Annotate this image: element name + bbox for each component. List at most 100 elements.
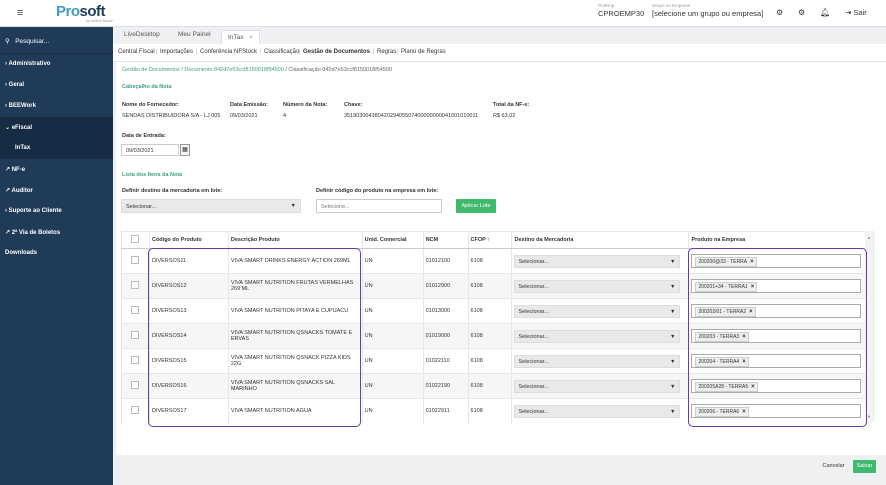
calendar-icon[interactable]: ▦ [180, 144, 190, 156]
entrada-date-input[interactable]: 09/03/2021 [121, 144, 179, 156]
tab-livedesktop[interactable]: LiveDesktop [124, 31, 160, 38]
destino-select[interactable]: Selecionar... ▼ [514, 329, 681, 343]
col-cfop[interactable]: CFOP ↑ [467, 231, 512, 249]
nav-conferencia[interactable]: Conferência NFStock [200, 49, 257, 55]
save-button[interactable]: Salvar [853, 460, 876, 473]
cell-unidade: UN [361, 298, 424, 324]
row-checkbox-cell[interactable] [121, 273, 150, 299]
emissao-label: Data Emissão: [230, 102, 268, 108]
cell-cfop: 6108 [467, 373, 512, 399]
row-checkbox-cell[interactable] [121, 248, 150, 274]
cell-ncm: 01022110 [422, 348, 469, 374]
scroll-up-icon[interactable]: ▲ [867, 235, 871, 240]
sidebar-item-suporte[interactable]: › Suporte ao Cliente [0, 201, 113, 222]
select-all-header[interactable] [121, 231, 150, 249]
nav-central-fiscal[interactable]: Central Fiscal [118, 49, 155, 55]
col-produto-empresa[interactable]: Produto na Empresa [688, 231, 867, 249]
sidebar-item-efiscal[interactable]: ⌄ eFiscal [0, 117, 113, 138]
row-checkbox[interactable] [131, 256, 139, 264]
entrada-label: Data de Entrada: [122, 133, 166, 139]
row-checkbox[interactable] [131, 356, 139, 364]
sidebar-item-intax[interactable]: InTax [0, 138, 113, 159]
search-label: Pesquisar... [15, 38, 50, 45]
row-checkbox[interactable] [131, 406, 139, 415]
sidebar-item-beework[interactable]: › BEEWork [0, 96, 113, 117]
destino-select[interactable]: Selecionar... ▼ [514, 354, 681, 368]
chevron-down-icon: ▼ [670, 258, 676, 265]
settings-icon[interactable]: ⚙ [798, 8, 805, 17]
chevron-down-icon: ▼ [290, 203, 296, 209]
sidebar-item-geral[interactable]: › Geral [0, 75, 113, 96]
cell-cfop: 6108 [467, 398, 512, 424]
external-link-icon: ↗ [5, 188, 11, 194]
environment-selector[interactable]: ProEmp CPROEMP30 [598, 3, 644, 18]
destino-select[interactable]: Selecionar... ▼ [514, 404, 681, 418]
nav-gestao-documentos[interactable]: Gestão de Documentos [303, 49, 370, 55]
sidebar-item-administrativo[interactable]: › Administrativo [0, 54, 113, 75]
bell-icon[interactable]: 🔔︎ [820, 8, 830, 17]
group-selector[interactable]: Grupo ou Empresa [selecione um grupo ou … [652, 3, 763, 18]
emissao-value: 09/03/2021 [230, 113, 258, 119]
select-all-checkbox[interactable] [131, 235, 139, 243]
logout-button[interactable]: ⇥ Sair [845, 8, 867, 17]
cell-destino: Selecionar... ▼ [511, 398, 689, 424]
row-checkbox-cell[interactable] [121, 373, 150, 399]
chevron-down-icon: ▼ [670, 308, 676, 315]
cell-cfop: 6108 [467, 273, 512, 299]
cell-unidade: UN [361, 398, 424, 424]
cell-ncm: 01022190 [422, 373, 469, 399]
row-checkbox[interactable] [131, 281, 139, 289]
sidebar: ⚲ Pesquisar... › Administrativo › Geral … [0, 27, 113, 485]
sidebar-item-downloads[interactable]: Downloads [0, 243, 113, 264]
cell-destino: Selecionar... ▼ [511, 373, 689, 399]
destino-lote-select[interactable]: Selecionar... ▼ [121, 199, 301, 213]
row-checkbox-cell[interactable] [121, 348, 150, 374]
col-descricao[interactable]: Descrição Produto [227, 231, 363, 249]
gear-icon[interactable]: ⚙ [776, 8, 783, 17]
highlight-box-company-product [688, 248, 867, 427]
sidebar-item-boletos[interactable]: ↗ 2ª Via de Boletos [0, 222, 113, 243]
breadcrumb-documento[interactable]: Documento 842d7e53ccf8150018f54500 [184, 67, 283, 73]
nav-regras[interactable]: Regras [377, 49, 396, 55]
section-header-title: Cabeçalho da Nota [122, 84, 172, 90]
chevron-down-icon: ▼ [670, 333, 676, 340]
tab-bar: LiveDesktop Meu Painel InTax × [113, 27, 886, 44]
col-destino[interactable]: Destino da Mercadoria [511, 231, 689, 249]
top-bar: ≡ Prosoft by wolters kluwer ProEmp CPROE… [0, 0, 886, 27]
destino-select[interactable]: Selecionar... ▼ [514, 304, 681, 318]
row-checkbox-cell[interactable] [121, 298, 150, 324]
highlight-box-product-info [148, 248, 361, 427]
external-link-icon: ↗ [5, 167, 11, 173]
nav-importacoes[interactable]: Importações [160, 49, 193, 55]
tab-meu-painel[interactable]: Meu Painel [178, 31, 211, 38]
row-checkbox-cell[interactable] [121, 398, 150, 424]
col-ncm[interactable]: NCM [422, 231, 469, 249]
sidebar-search[interactable]: ⚲ Pesquisar... [0, 27, 113, 54]
row-checkbox[interactable] [131, 381, 139, 389]
nav-plano-regras[interactable]: Plano de Regras [401, 49, 446, 55]
breadcrumb-gestao[interactable]: Gestão de Documentos [122, 67, 180, 73]
destino-select[interactable]: Selecionar... ▼ [514, 379, 681, 393]
group-value: [selecione um grupo ou empresa] [652, 9, 764, 18]
hamburger-icon[interactable]: ≡ [17, 7, 23, 19]
col-codigo[interactable]: Código do Produto [148, 231, 229, 249]
sidebar-item-nfe[interactable]: ↗ NF-e [0, 159, 113, 180]
total-label: Total da NF-e: [493, 102, 530, 108]
nav-classificacao[interactable]: Classificação [264, 49, 299, 55]
apply-batch-button[interactable]: Aplicar Lote [456, 199, 496, 213]
destino-select[interactable]: Selecionar... ▼ [514, 254, 681, 268]
tab-intax[interactable]: InTax × [221, 30, 260, 44]
scroll-down-icon[interactable]: ▼ [867, 414, 871, 419]
row-checkbox[interactable] [131, 331, 139, 339]
sidebar-item-auditor[interactable]: ↗ Auditor [0, 180, 113, 201]
row-checkbox-cell[interactable] [121, 323, 150, 349]
row-checkbox[interactable] [131, 306, 139, 314]
cancel-button[interactable]: Cancelar [820, 460, 847, 473]
cell-destino: Selecionar... ▼ [511, 348, 689, 374]
cell-destino: Selecionar... ▼ [511, 323, 689, 349]
close-icon[interactable]: × [249, 34, 253, 41]
destino-select[interactable]: Selecionar... ▼ [514, 279, 681, 293]
codigo-lote-input[interactable]: Selecione... [316, 199, 442, 213]
cell-unidade: UN [361, 273, 424, 299]
col-unidade[interactable]: Unid. Comercial [361, 231, 424, 249]
